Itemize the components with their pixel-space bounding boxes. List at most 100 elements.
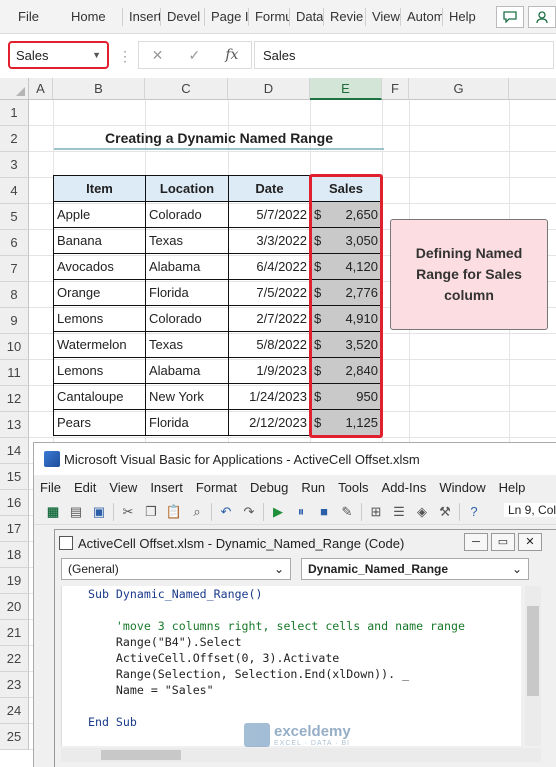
find-icon[interactable]: ⌕	[188, 503, 206, 521]
vba-title-bar[interactable]: Microsoft Visual Basic for Applications …	[34, 443, 556, 475]
minimize-icon[interactable]: ─	[464, 533, 488, 551]
column-header-e[interactable]: E	[310, 78, 382, 100]
column-header-f[interactable]: F	[382, 78, 409, 100]
tab-page-layout[interactable]: Page I	[205, 7, 249, 26]
cell-location[interactable]: Alabama	[145, 357, 229, 384]
row-header[interactable]: 8	[0, 282, 29, 308]
cell-location[interactable]: Alabama	[145, 253, 229, 280]
tab-developer[interactable]: Devel	[161, 7, 205, 26]
row-header[interactable]: 19	[0, 568, 29, 594]
cell-date[interactable]: 7/5/2022	[228, 279, 311, 306]
reset-icon[interactable]: ■	[315, 503, 333, 521]
menu-run[interactable]: Run	[301, 480, 325, 495]
cancel-icon[interactable]: ✕	[152, 47, 164, 64]
row-header[interactable]: 3	[0, 152, 29, 178]
menu-edit[interactable]: Edit	[74, 480, 96, 495]
row-header[interactable]: 13	[0, 412, 29, 438]
formula-input[interactable]: Sales	[254, 41, 554, 69]
comments-icon[interactable]	[496, 6, 524, 28]
tab-help[interactable]: Help	[443, 8, 479, 26]
procedure-dropdown[interactable]: Dynamic_Named_Range ⌄	[301, 558, 529, 580]
cell-item[interactable]: Avocados	[53, 253, 146, 280]
row-header[interactable]: 9	[0, 308, 29, 334]
cut-icon[interactable]: ✂	[119, 503, 137, 521]
code-editor[interactable]: Sub Dynamic_Named_Range() 'move 3 column…	[61, 586, 521, 746]
row-header[interactable]: 25	[0, 724, 29, 750]
tab-insert[interactable]: Insert	[123, 7, 161, 26]
row-header[interactable]: 24	[0, 698, 29, 724]
column-header-b[interactable]: B	[53, 78, 145, 100]
row-header[interactable]: 14	[0, 438, 29, 464]
cell-location[interactable]: Florida	[145, 279, 229, 306]
tab-view[interactable]: View	[366, 7, 401, 26]
insert-module-icon[interactable]: ▤	[67, 503, 85, 521]
select-all-corner[interactable]	[0, 78, 29, 100]
chevron-down-icon[interactable]: ▼	[92, 50, 101, 60]
cell-date[interactable]: 5/8/2022	[228, 331, 311, 358]
help-icon[interactable]: ?	[465, 503, 483, 521]
cell-location[interactable]: Texas	[145, 331, 229, 358]
row-header[interactable]: 15	[0, 464, 29, 490]
row-header[interactable]: 20	[0, 594, 29, 620]
design-mode-icon[interactable]: ✎	[338, 503, 356, 521]
redo-icon[interactable]: ↷	[240, 503, 258, 521]
object-browser-icon[interactable]: ◈	[413, 503, 431, 521]
restore-icon[interactable]: ▭	[491, 533, 515, 551]
row-header[interactable]: 4	[0, 178, 29, 204]
row-header[interactable]: 18	[0, 542, 29, 568]
excel-icon[interactable]: ▦	[44, 503, 62, 521]
menu-view[interactable]: View	[109, 480, 137, 495]
tab-review[interactable]: Revie	[324, 7, 366, 26]
paste-icon[interactable]: 📋	[165, 503, 183, 521]
column-header-a[interactable]: A	[29, 78, 53, 100]
menu-format[interactable]: Format	[196, 480, 237, 495]
cell-date[interactable]: 6/4/2022	[228, 253, 311, 280]
column-header-c[interactable]: C	[145, 78, 228, 100]
row-header[interactable]: 2	[0, 126, 29, 152]
menu-tools[interactable]: Tools	[338, 480, 368, 495]
toolbox-icon[interactable]: ⚒	[436, 503, 454, 521]
menu-help[interactable]: Help	[499, 480, 526, 495]
row-header[interactable]: 12	[0, 386, 29, 412]
row-header[interactable]: 7	[0, 256, 29, 282]
column-header-d[interactable]: D	[228, 78, 310, 100]
tab-home[interactable]: Home	[65, 7, 123, 26]
enter-check-icon[interactable]: ✓	[188, 47, 200, 64]
name-box[interactable]: Sales ▼	[8, 41, 109, 69]
cell-item[interactable]: Lemons	[53, 305, 146, 332]
row-header[interactable]: 17	[0, 516, 29, 542]
cell-date[interactable]: 1/24/2023	[228, 383, 311, 410]
cell-item[interactable]: Banana	[53, 227, 146, 254]
tab-file[interactable]: File	[0, 8, 65, 26]
break-icon[interactable]: ⏸	[292, 503, 310, 521]
cell-date[interactable]: 2/7/2022	[228, 305, 311, 332]
menu-file[interactable]: File	[40, 480, 61, 495]
cell-location[interactable]: Colorado	[145, 305, 229, 332]
row-header[interactable]: 22	[0, 646, 29, 672]
cell-item[interactable]: Cantaloupe	[53, 383, 146, 410]
cell-item[interactable]: Apple	[53, 201, 146, 228]
cell-item[interactable]: Lemons	[53, 357, 146, 384]
row-header[interactable]: 6	[0, 230, 29, 256]
tab-formulas[interactable]: Formu	[249, 7, 290, 26]
cell-date[interactable]: 1/9/2023	[228, 357, 311, 384]
row-header[interactable]: 1	[0, 100, 29, 126]
cell-location[interactable]: Florida	[145, 409, 229, 436]
row-header[interactable]: 5	[0, 204, 29, 230]
vba-editor-window[interactable]: Microsoft Visual Basic for Applications …	[33, 442, 556, 767]
cell-item[interactable]: Watermelon	[53, 331, 146, 358]
cell-date[interactable]: 2/12/2023	[228, 409, 311, 436]
menu-add-ins[interactable]: Add-Ins	[382, 480, 427, 495]
code-window-title-bar[interactable]: ActiveCell Offset.xlsm - Dynamic_Named_R…	[55, 530, 556, 556]
horizontal-scrollbar[interactable]	[61, 748, 541, 762]
copy-icon[interactable]: ❐	[142, 503, 160, 521]
cell-location[interactable]: New York	[145, 383, 229, 410]
row-header[interactable]: 10	[0, 334, 29, 360]
cell-location[interactable]: Texas	[145, 227, 229, 254]
row-header[interactable]: 11	[0, 360, 29, 386]
undo-icon[interactable]: ↶	[217, 503, 235, 521]
header-location[interactable]: Location	[145, 175, 229, 202]
insert-function-icon[interactable]: fx	[225, 47, 238, 63]
cell-location[interactable]: Colorado	[145, 201, 229, 228]
cell-item[interactable]: Pears	[53, 409, 146, 436]
